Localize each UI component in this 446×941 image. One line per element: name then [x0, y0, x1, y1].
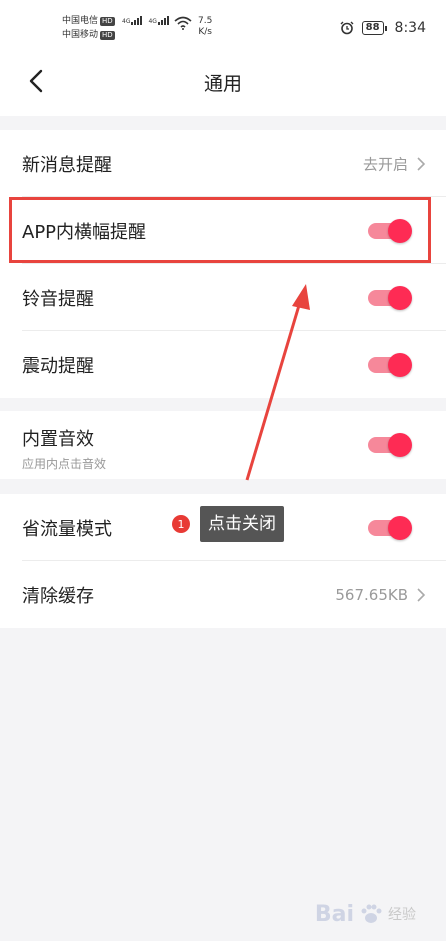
clear-cache-label: 清除缓存	[22, 585, 94, 607]
cache-size: 567.65KB	[335, 585, 408, 604]
carrier-info: 中国电信 HD 中国移动 HD	[62, 14, 115, 42]
settings-group-notifications: 新消息提醒 去开启 APP内横幅提醒 铃音提醒 震动提醒	[0, 130, 446, 398]
wifi-icon	[174, 16, 192, 30]
network-speed: 7.5 K/s	[198, 16, 212, 38]
speed-unit: K/s	[198, 27, 212, 37]
builtin-sound-toggle[interactable]	[368, 433, 414, 457]
data-saver-label: 省流量模式	[22, 518, 112, 540]
banner-row: APP内横幅提醒	[0, 197, 446, 264]
network-type: 4G	[148, 18, 157, 25]
vibrate-label: 震动提醒	[22, 355, 94, 377]
new-message-value: 去开启	[362, 155, 408, 173]
carrier-1: 中国电信	[62, 16, 99, 26]
battery-icon: 88	[361, 21, 387, 35]
new-message-row[interactable]: 新消息提醒 去开启	[0, 130, 446, 197]
ringtone-toggle[interactable]	[368, 285, 414, 310]
clear-cache-row[interactable]: 清除缓存 567.65KB	[0, 561, 446, 628]
ringtone-row: 铃音提醒	[0, 264, 446, 331]
step-badge: 1	[172, 515, 190, 533]
ringtone-label: 铃音提醒	[22, 288, 94, 310]
alarm-icon	[340, 21, 354, 35]
builtin-sound-sublabel: 应用内点击音效	[22, 457, 107, 471]
builtin-sound-row: 内置音效 应用内点击音效	[0, 411, 446, 479]
vibrate-toggle[interactable]	[368, 352, 414, 377]
nav-bar: 通用	[0, 48, 446, 116]
hd-badge: HD	[100, 30, 115, 40]
signal-icon: 4G	[122, 16, 143, 25]
status-right: 88 8:34	[340, 20, 426, 36]
watermark-brand: Bai	[314, 901, 354, 927]
page-title: 通用	[203, 73, 242, 95]
vibrate-row: 震动提醒	[0, 331, 446, 398]
network-type: 4G	[122, 18, 131, 25]
clock: 8:34	[394, 20, 426, 36]
banner-label: APP内横幅提醒	[22, 221, 147, 243]
new-message-label: 新消息提醒	[22, 154, 112, 176]
battery-level: 88	[361, 21, 384, 35]
signal-icon: 4G	[148, 16, 169, 25]
chevron-right-icon	[417, 156, 426, 171]
annotation-tooltip: 1 点击关闭	[172, 506, 284, 542]
carrier-2: 中国移动	[62, 30, 99, 40]
baidu-watermark: Bai 经验	[315, 901, 416, 927]
speed-value: 7.5	[198, 16, 213, 26]
watermark-brand2: 经验	[388, 907, 416, 923]
builtin-sound-label: 内置音效	[22, 429, 94, 450]
chevron-right-icon	[417, 587, 426, 602]
settings-group-sound: 内置音效 应用内点击音效	[0, 411, 446, 479]
signal-icons: 4G 4G	[122, 16, 169, 25]
paw-logo-icon	[361, 904, 382, 923]
banner-toggle[interactable]	[368, 218, 414, 243]
status-bar: 中国电信 HD 中国移动 HD 4G 4G 7.5 K/s 88 8:34	[0, 0, 446, 48]
tooltip-text: 点击关闭	[200, 506, 284, 542]
hd-badge: HD	[100, 16, 115, 26]
data-saver-toggle[interactable]	[368, 515, 414, 540]
